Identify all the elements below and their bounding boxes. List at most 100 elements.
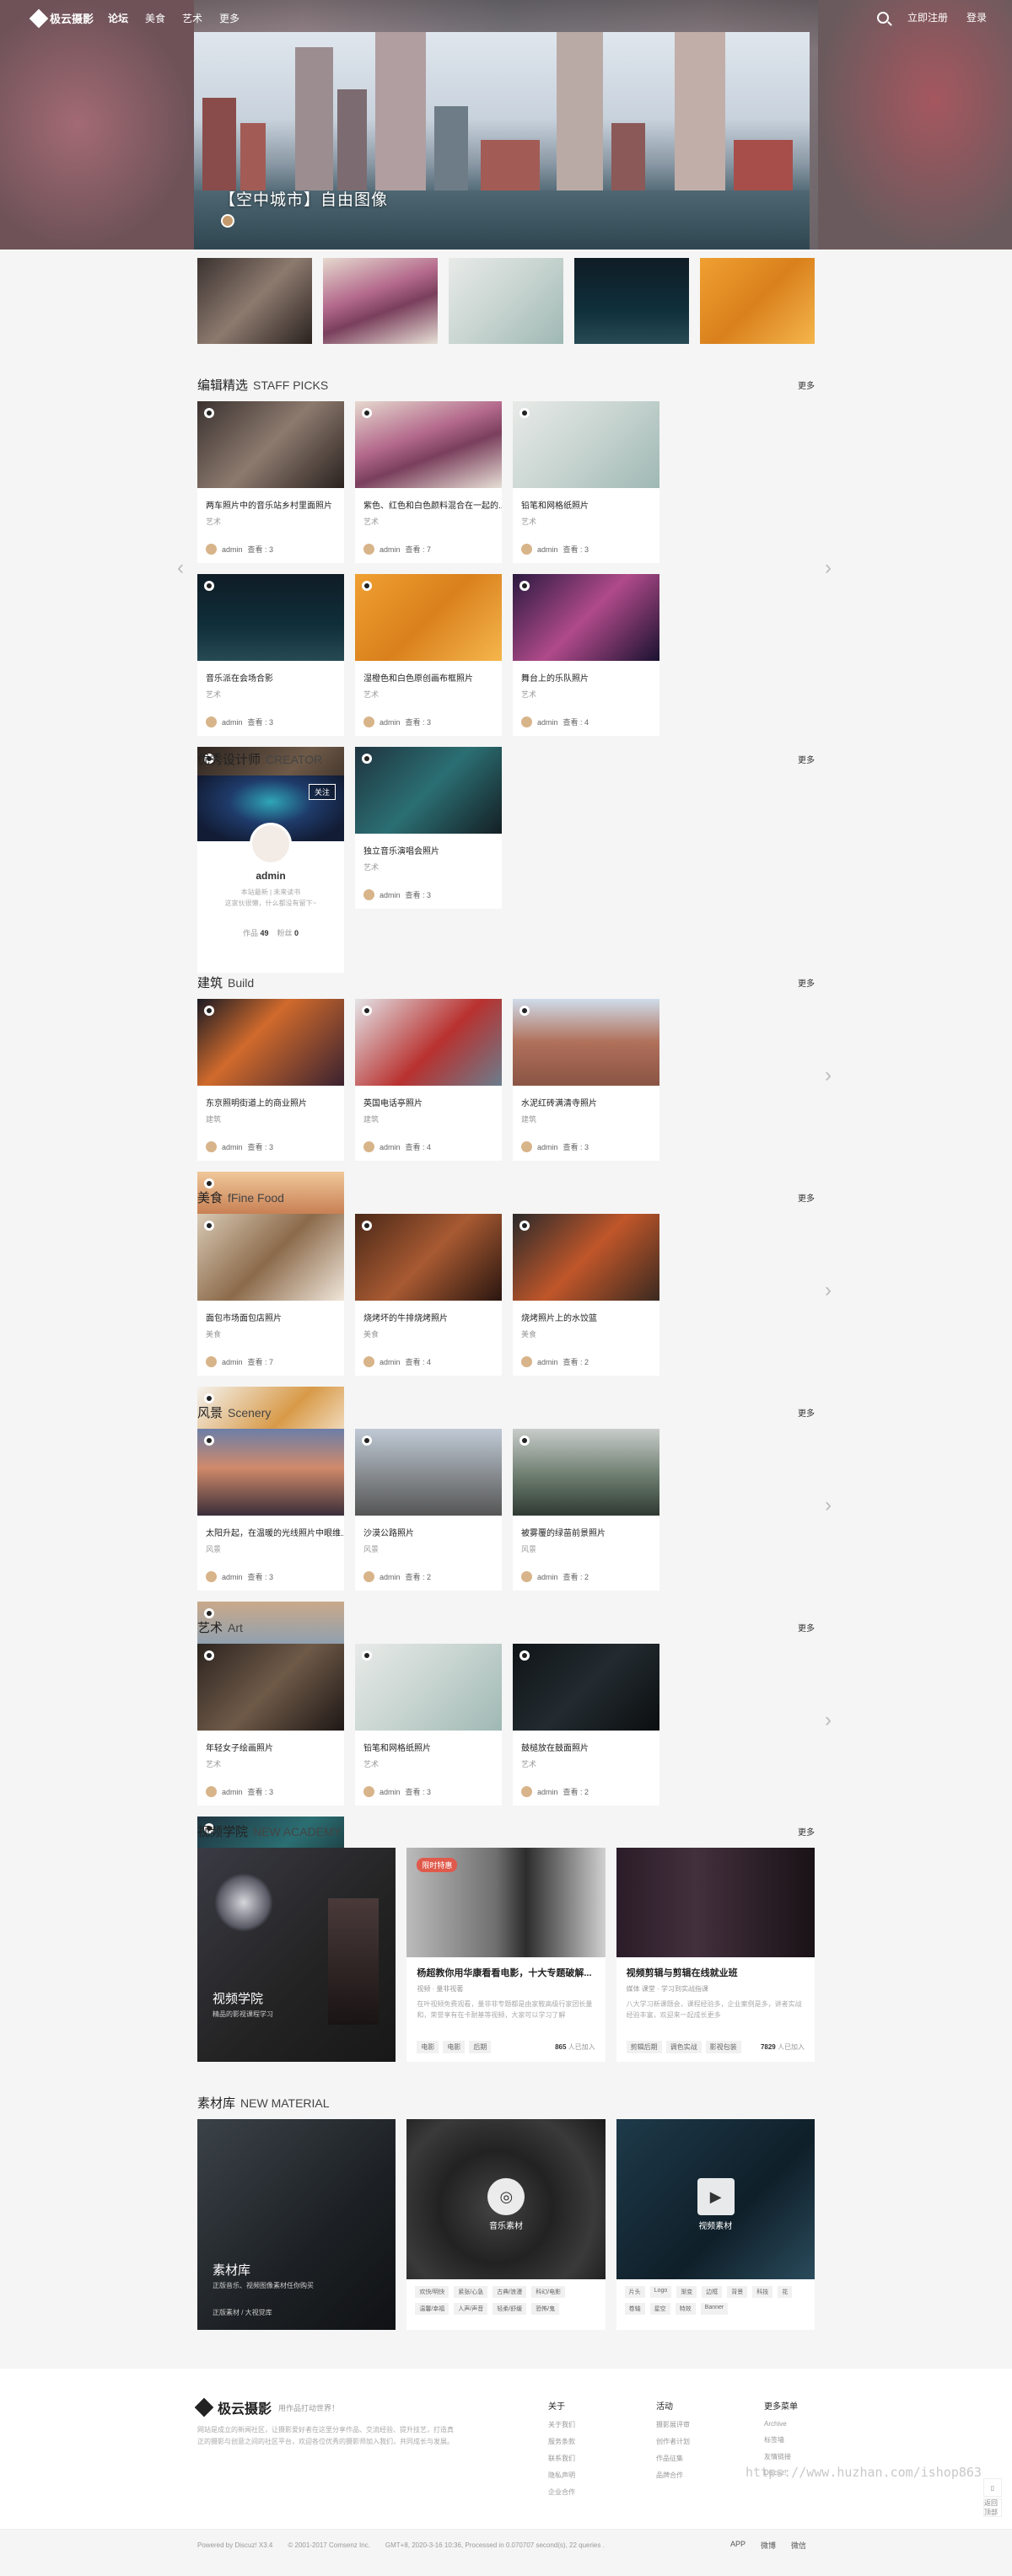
footer-link[interactable]: 标签墙: [764, 2435, 798, 2445]
author-name[interactable]: admin: [222, 1573, 243, 1581]
photo-card[interactable]: 两车照片中的音乐站乡村里面照片 艺术 admin 查看 : 3: [197, 401, 344, 563]
avatar[interactable]: [206, 1571, 217, 1582]
photo-image[interactable]: [513, 1644, 659, 1731]
creator-name[interactable]: admin: [197, 870, 344, 882]
material-tag[interactable]: 温馨/幸福: [415, 2303, 449, 2315]
next-arrow-icon[interactable]: ›: [825, 556, 832, 580]
photo-category[interactable]: 风景: [197, 1538, 344, 1554]
photo-image[interactable]: [197, 574, 344, 661]
photo-image[interactable]: [197, 1429, 344, 1516]
photo-category[interactable]: 风景: [355, 1538, 502, 1554]
photo-title[interactable]: 沙漠公路照片: [355, 1516, 502, 1538]
author-name[interactable]: admin: [380, 718, 401, 727]
photo-title[interactable]: 面包市场面包店照片: [197, 1301, 344, 1323]
site-logo[interactable]: 极云摄影: [29, 8, 94, 28]
avatar[interactable]: [363, 1786, 374, 1797]
search-icon[interactable]: [876, 11, 889, 24]
more-link[interactable]: 更多: [798, 976, 815, 989]
phone-icon[interactable]: ▯: [983, 2478, 1002, 2497]
nav-item-more[interactable]: 更多: [219, 11, 240, 25]
photo-image[interactable]: [355, 401, 502, 488]
author-name[interactable]: admin: [537, 1358, 558, 1366]
photo-category[interactable]: 艺术: [197, 1753, 344, 1769]
photo-title[interactable]: 舞台上的乐队照片: [513, 661, 659, 684]
photo-image[interactable]: [355, 574, 502, 661]
more-link[interactable]: 更多: [798, 1406, 815, 1419]
author-name[interactable]: admin: [380, 1358, 401, 1366]
more-link[interactable]: 更多: [798, 1621, 815, 1634]
avatar[interactable]: [363, 1571, 374, 1582]
photo-card[interactable]: 烧烤坏的牛排烧烤照片 美食 admin 查看 : 4: [355, 1214, 502, 1376]
footer-link[interactable]: 联系我们: [548, 2454, 575, 2463]
photo-title[interactable]: 太阳升起，在温暖的光线照片中眼维...: [197, 1516, 344, 1538]
material-tag[interactable]: 古典/浪漫: [493, 2286, 527, 2298]
avatar[interactable]: [521, 1141, 532, 1152]
hero-banner[interactable]: 【空中城市】自由图像: [0, 0, 1012, 250]
next-arrow-icon[interactable]: ›: [825, 1064, 832, 1087]
author-name[interactable]: admin: [537, 1573, 558, 1581]
avatar[interactable]: [521, 716, 532, 727]
nav-item-food[interactable]: 美食: [145, 11, 165, 25]
more-link[interactable]: 更多: [798, 1191, 815, 1204]
material-tag[interactable]: Logo: [649, 2286, 672, 2298]
photo-category[interactable]: 美食: [513, 1323, 659, 1339]
author-name[interactable]: admin: [222, 1358, 243, 1366]
course-tag[interactable]: 电影: [417, 2041, 439, 2053]
photo-card[interactable]: 湿橙色和白色原创画布框照片 艺术 admin 查看 : 3: [355, 574, 502, 736]
photo-title[interactable]: 铅笔和网格纸照片: [355, 1731, 502, 1753]
login-link[interactable]: 登录: [966, 10, 987, 24]
photo-category[interactable]: 艺术: [513, 684, 659, 700]
follow-button[interactable]: 关注: [308, 784, 336, 800]
photo-card[interactable]: 沙漠公路照片 风景 admin 查看 : 2: [355, 1429, 502, 1591]
photo-card[interactable]: 太阳升起，在温暖的光线照片中眼维... 风景 admin 查看 : 3: [197, 1429, 344, 1591]
material-tag[interactable]: 特效: [675, 2303, 696, 2315]
photo-image[interactable]: [355, 1644, 502, 1731]
course-tag[interactable]: 调色实战: [665, 2041, 702, 2053]
avatar[interactable]: [521, 1356, 532, 1367]
photo-image[interactable]: [513, 574, 659, 661]
author-name[interactable]: admin: [222, 1143, 243, 1151]
footer-link[interactable]: 隐私声明: [548, 2471, 575, 2480]
photo-image[interactable]: [513, 401, 659, 488]
back-to-top-button[interactable]: 返回顶部: [983, 2498, 1002, 2517]
photo-image[interactable]: [355, 999, 502, 1086]
avatar[interactable]: [206, 1356, 217, 1367]
photo-card[interactable]: 烧烤照片上的水饺篮 美食 admin 查看 : 2: [513, 1214, 659, 1376]
material-tag[interactable]: 片头: [624, 2286, 645, 2298]
photo-card[interactable]: 紫色、红色和白色颜料混合在一起的... 艺术 admin 查看 : 7: [355, 401, 502, 563]
photo-category[interactable]: 艺术: [355, 1753, 502, 1769]
author-name[interactable]: admin: [380, 545, 401, 554]
material-tag[interactable]: 欢快/明快: [415, 2286, 449, 2298]
more-link[interactable]: 更多: [798, 378, 815, 391]
material-card-video[interactable]: ▶ 视频素材 片头 Logo 渐变 边框 背景 科技花卷轴 星空 特效 Banner: [616, 2119, 815, 2330]
photo-category[interactable]: 艺术: [513, 1753, 659, 1769]
photo-image[interactable]: [197, 999, 344, 1086]
author-name[interactable]: admin: [380, 1143, 401, 1151]
next-arrow-icon[interactable]: ›: [825, 1279, 832, 1302]
photo-category[interactable]: 艺术: [513, 511, 659, 527]
footer-link[interactable]: 友情链接: [764, 2452, 798, 2461]
avatar[interactable]: [363, 1141, 374, 1152]
author-name[interactable]: admin: [537, 545, 558, 554]
material-tag[interactable]: 恐怖/鬼: [531, 2303, 560, 2315]
avatar[interactable]: [206, 1141, 217, 1152]
course-title[interactable]: 杨超教你用华康看看电影，十大专题破解...: [406, 1957, 605, 1979]
photo-card[interactable]: 被雾覆的绿苗前景照片 风景 admin 查看 : 2: [513, 1429, 659, 1591]
material-tag[interactable]: 背景: [727, 2286, 748, 2298]
author-name[interactable]: admin: [537, 718, 558, 727]
avatar[interactable]: [250, 823, 292, 865]
hero-thumb[interactable]: [449, 258, 563, 344]
more-link[interactable]: 更多: [798, 753, 815, 765]
avatar[interactable]: [206, 1786, 217, 1797]
author-name[interactable]: admin: [222, 718, 243, 727]
nav-item-forum[interactable]: 论坛: [108, 11, 128, 25]
academy-feature[interactable]: 视频学院 精品的影视课程学习: [197, 1848, 396, 2062]
nav-item-art[interactable]: 艺术: [182, 11, 202, 25]
footer-link[interactable]: 作品征集: [656, 2454, 690, 2463]
photo-card[interactable]: 面包市场面包店照片 美食 admin 查看 : 7: [197, 1214, 344, 1376]
photo-title[interactable]: 音乐派在会场合影: [197, 661, 344, 684]
photo-image[interactable]: [197, 401, 344, 488]
avatar[interactable]: [521, 1571, 532, 1582]
material-tag[interactable]: 星空: [649, 2303, 670, 2315]
avatar[interactable]: [521, 1786, 532, 1797]
